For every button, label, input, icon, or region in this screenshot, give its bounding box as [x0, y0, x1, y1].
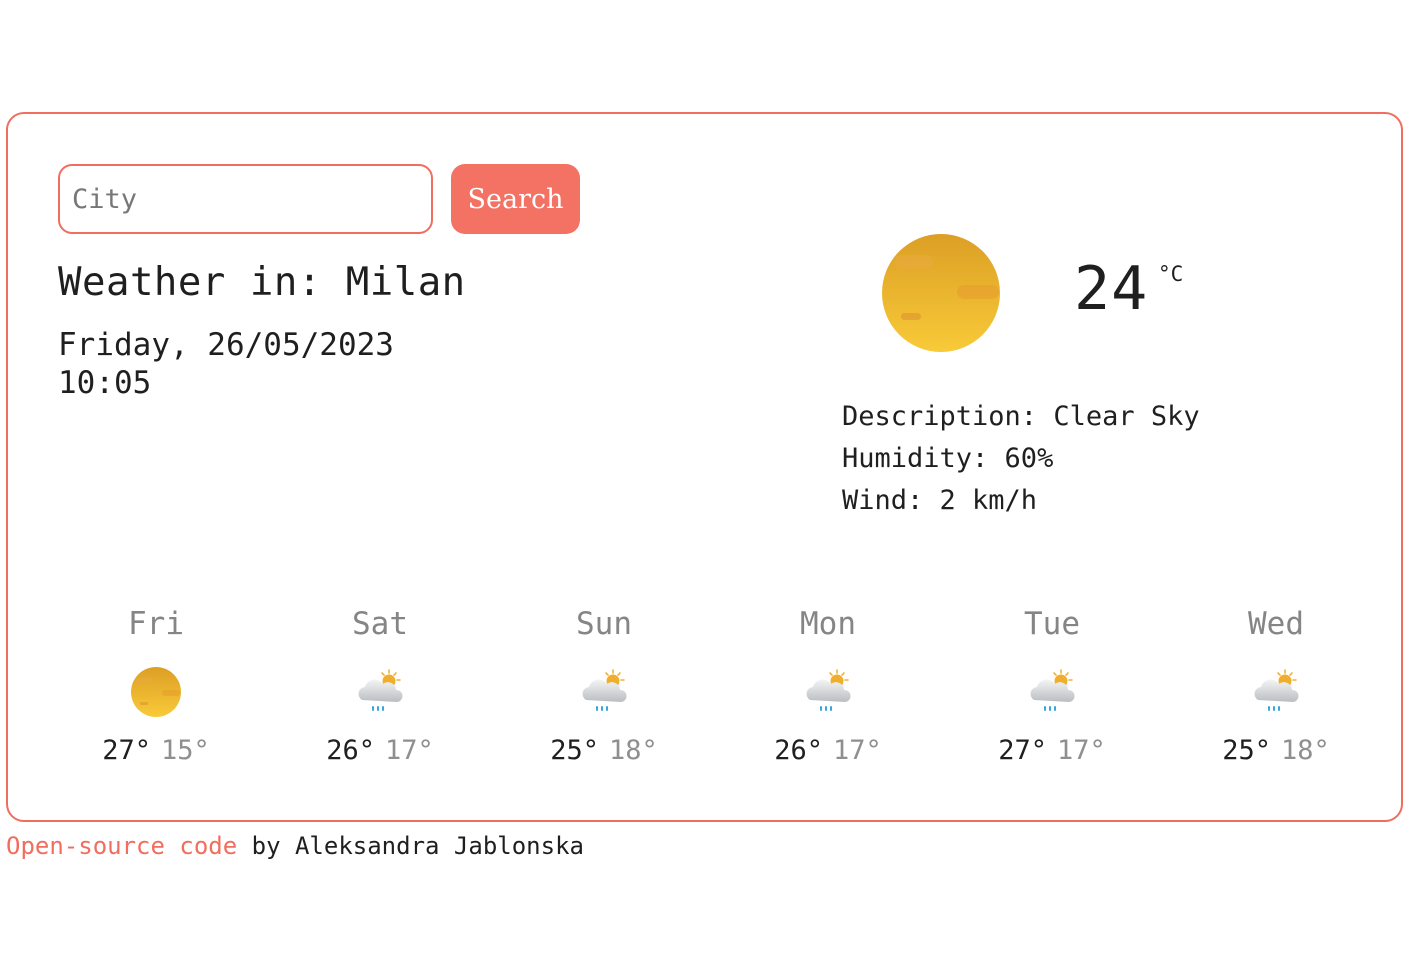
- open-source-link[interactable]: Open-source code: [6, 832, 237, 860]
- humidity-text: Humidity: 60%: [842, 443, 1054, 474]
- forecast-temps: 27° 15°: [102, 734, 210, 768]
- sun-icon: [882, 234, 1000, 352]
- date-time: Friday, 26/05/2023 10:05: [58, 326, 394, 402]
- rain-cloud-sun-icon: [1030, 669, 1075, 711]
- description-text: Description: Clear Sky: [842, 401, 1200, 432]
- rain-cloud-sun-icon: [1254, 669, 1299, 711]
- forecast-day-name: Sun: [576, 606, 632, 642]
- forecast-min-temp: 18°: [609, 735, 658, 766]
- rain-cloud-sun-icon: [806, 669, 851, 711]
- forecast-min-temp: 17°: [385, 735, 434, 766]
- city-search-input[interactable]: [58, 164, 433, 234]
- forecast-max-temp: 27°: [102, 735, 151, 766]
- forecast-max-temp: 26°: [326, 735, 375, 766]
- current-time: 10:05: [58, 365, 152, 401]
- forecast-max-temp: 25°: [550, 735, 599, 766]
- search-form: Search: [58, 164, 580, 234]
- forecast-day: Wed 25° 18°: [1164, 602, 1388, 768]
- forecast-min-temp: 17°: [833, 735, 882, 766]
- search-button[interactable]: Search: [451, 164, 580, 234]
- forecast-max-temp: 26°: [774, 735, 823, 766]
- current-date: Friday, 26/05/2023: [58, 327, 394, 363]
- forecast-day-name: Tue: [1024, 606, 1080, 642]
- forecast-min-temp: 15°: [161, 735, 210, 766]
- city-title: Weather in: Milan: [58, 260, 466, 305]
- rain-cloud-sun-icon: [358, 669, 403, 711]
- author-credit: by Aleksandra Jablonska: [237, 832, 584, 860]
- forecast-temps: 27° 17°: [998, 734, 1106, 768]
- forecast-temps: 25° 18°: [550, 734, 658, 768]
- forecast-min-temp: 17°: [1057, 735, 1106, 766]
- forecast-day: Fri 27° 15°: [44, 602, 268, 768]
- rain-cloud-sun-icon: [582, 669, 627, 711]
- temperature-unit: °C: [1158, 262, 1184, 286]
- weather-card: Search Weather in: Milan Friday, 26/05/2…: [6, 112, 1403, 822]
- footer: Open-source code by Aleksandra Jablonska: [6, 830, 584, 862]
- forecast-day-name: Fri: [128, 606, 184, 642]
- forecast-day: Tue 27° 17°: [940, 602, 1164, 768]
- forecast-day: Sun 25° 18°: [492, 602, 716, 768]
- forecast-day-name: Wed: [1248, 606, 1304, 642]
- forecast-day-name: Mon: [800, 606, 856, 642]
- current-temperature: 24: [1074, 254, 1149, 324]
- forecast-day-name: Sat: [352, 606, 408, 642]
- forecast-day: Mon 26° 17°: [716, 602, 940, 768]
- forecast-temps: 25° 18°: [1222, 734, 1330, 768]
- forecast-max-temp: 25°: [1222, 735, 1271, 766]
- sun-icon: [131, 667, 181, 717]
- forecast-temps: 26° 17°: [326, 734, 434, 768]
- wind-text: Wind: 2 km/h: [842, 485, 1038, 516]
- forecast-row: Fri 27° 15° Sat 26° 17° Sun 25° 18° Mon …: [44, 602, 1388, 768]
- weather-details: Description: Clear Sky Humidity: 60% Win…: [842, 396, 1200, 522]
- forecast-max-temp: 27°: [998, 735, 1047, 766]
- forecast-day: Sat 26° 17°: [268, 602, 492, 768]
- forecast-min-temp: 18°: [1281, 735, 1330, 766]
- forecast-temps: 26° 17°: [774, 734, 882, 768]
